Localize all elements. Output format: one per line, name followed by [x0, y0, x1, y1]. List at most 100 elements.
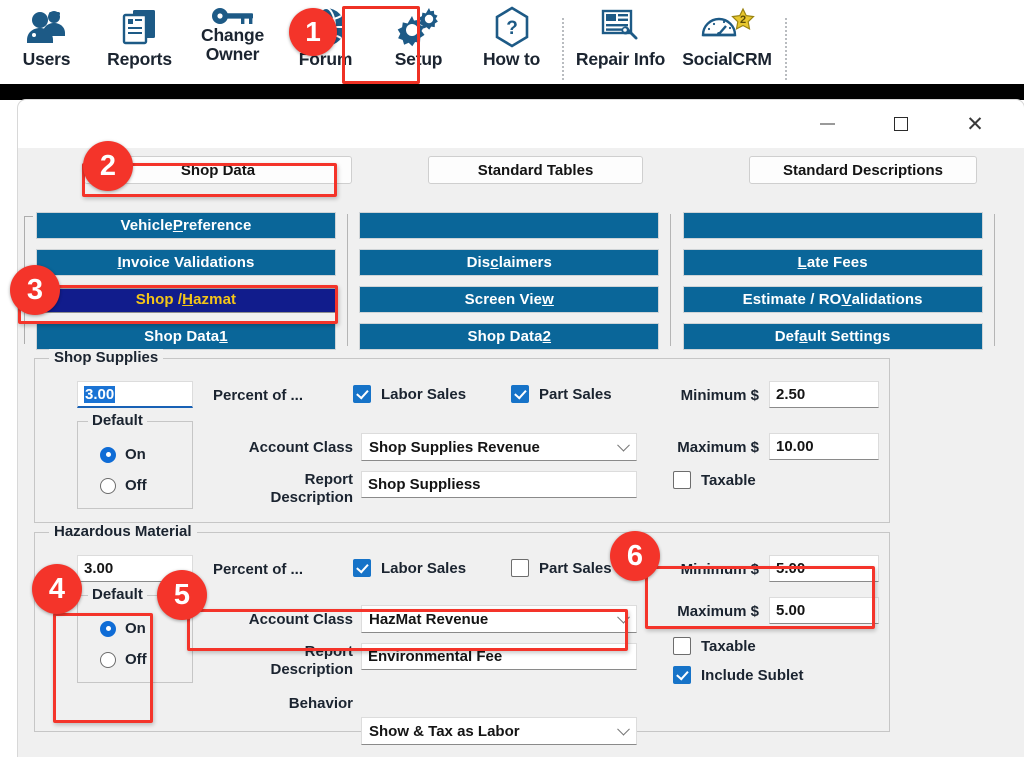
setup-window: ✕ Shop Data Standard Tables Standard Des… — [18, 100, 1024, 757]
nav-column-2: Dis c laimers Screen Vie w Shop Data 2 — [359, 212, 660, 350]
hazmat-taxable-checkbox[interactable]: Taxable — [673, 637, 756, 655]
shop-supplies-account-class-label: Account Class — [248, 439, 353, 456]
hazmat-minimum-input[interactable]: 5.00 — [769, 555, 879, 582]
hazmat-part-sales-checkbox[interactable]: Part Sales — [511, 559, 612, 577]
annotation-badge-3: 3 — [10, 265, 60, 315]
hazmat-minimum-value: 5.00 — [776, 560, 806, 577]
hazmat-labor-sales-label: Labor Sales — [381, 559, 467, 577]
shop-supplies-labor-sales-label: Labor Sales — [381, 385, 467, 403]
svg-text:?: ? — [506, 18, 518, 39]
annotation-badge-2: 2 — [83, 141, 133, 191]
nav-grid: Vehicle Preference Invoice Validations S… — [36, 212, 1006, 350]
shop-supplies-maximum-input[interactable]: 10.00 — [769, 433, 879, 460]
hazmat-on-label: On — [125, 620, 146, 637]
toolbar-item-socialcrm[interactable]: 2 SocialCRM — [673, 0, 781, 84]
hazmat-include-sublet-checkbox[interactable]: Include Sublet — [673, 666, 804, 684]
shop-supplies-percent-input[interactable]: 3.00 — [77, 381, 193, 408]
toolbar-item-reports[interactable]: Reports — [93, 0, 186, 84]
nav-late-fees[interactable]: Late Fees — [682, 249, 983, 276]
nav-invoice-validations[interactable]: Invoice Validations — [36, 249, 336, 276]
tab-row: Shop Data Standard Tables Standard Descr… — [18, 148, 1024, 192]
nav-blank-1[interactable] — [359, 212, 660, 239]
shop-supplies-percent-of-label: Percent of ... — [213, 387, 304, 404]
hazmat-legend: Hazardous Material — [49, 523, 197, 540]
nav-column-1: Vehicle Preference Invoice Validations S… — [36, 212, 336, 350]
hazmat-default-off[interactable]: Off — [100, 651, 147, 668]
toolbar-label-how-to: How to — [482, 49, 541, 69]
close-icon[interactable]: ✕ — [952, 108, 998, 140]
shop-supplies-report-desc-label-2: Description — [270, 489, 353, 506]
window-titlebar: ✕ — [18, 100, 1024, 148]
hazmat-account-class-label: Account Class — [248, 611, 353, 628]
toolbar-item-change-owner[interactable]: Change Owner — [186, 0, 279, 84]
tab-standard-tables[interactable]: Standard Tables — [428, 156, 643, 184]
nav-divider-1 — [336, 212, 359, 350]
shop-supplies-default-on[interactable]: On — [100, 446, 146, 463]
minimize-icon[interactable] — [804, 108, 850, 140]
checkbox-checked-icon — [353, 559, 371, 577]
shop-supplies-default-group: Default On Off — [77, 412, 193, 509]
reports-icon — [121, 4, 159, 50]
hazmat-taxable-label: Taxable — [701, 637, 756, 655]
nav-column-3: Late Fees Estimate / RO Validations Def a… — [682, 212, 983, 350]
toolbar-label-change: Change — [201, 25, 264, 45]
hazmat-default-on[interactable]: On — [100, 620, 146, 637]
hazmat-maximum-input[interactable]: 5.00 — [769, 597, 879, 624]
checkbox-checked-icon — [511, 385, 529, 403]
nav-vehicle-preference[interactable]: Vehicle Preference — [36, 212, 336, 239]
shop-supplies-panel: Shop Supplies 3.00 Default On Off Percen… — [34, 349, 890, 523]
nav-blank-2[interactable] — [682, 212, 983, 239]
hazmat-report-desc-label-2: Description — [270, 661, 353, 678]
annotation-badge-1: 1 — [289, 8, 337, 56]
annotation-badge-4: 4 — [32, 564, 82, 614]
toolbar-separator-right — [785, 18, 787, 80]
hazmat-report-desc-label-1: Report — [304, 643, 353, 660]
shop-supplies-off-label: Off — [125, 477, 147, 494]
shop-supplies-part-sales-label: Part Sales — [539, 385, 612, 403]
checkbox-unchecked-icon — [673, 471, 691, 489]
nav-shop-data-1[interactable]: Shop Data 1 — [36, 323, 336, 350]
nav-shop-data-2[interactable]: Shop Data 2 — [359, 323, 660, 350]
shop-supplies-on-label: On — [125, 446, 146, 463]
shop-supplies-account-class-select[interactable]: Shop Supplies Revenue — [361, 433, 637, 461]
nav-default-settings[interactable]: Def a ult Settings — [682, 323, 983, 350]
hazmat-labor-sales-checkbox[interactable]: Labor Sales — [353, 559, 466, 577]
radio-on-icon — [100, 446, 116, 463]
annotation-box-setup — [342, 6, 420, 84]
nav-shop-hazmat[interactable]: Shop / Hazmat — [36, 286, 336, 313]
maximize-icon[interactable] — [878, 108, 924, 140]
shop-supplies-legend: Shop Supplies — [49, 349, 164, 366]
nav-disclaimers[interactable]: Dis c laimers — [359, 249, 660, 276]
radio-off-icon — [100, 477, 116, 494]
shop-supplies-taxable-checkbox[interactable]: Taxable — [673, 471, 756, 489]
toolbar-label-socialcrm: SocialCRM — [682, 49, 772, 69]
toolbar-label-repair-info: Repair Info — [575, 49, 666, 69]
hazmat-default-legend: Default — [88, 586, 147, 603]
nav-estimate-ro-validations[interactable]: Estimate / RO Validations — [682, 286, 983, 313]
shop-supplies-part-sales-checkbox[interactable]: Part Sales — [511, 385, 612, 403]
shop-supplies-minimum-input[interactable]: 2.50 — [769, 381, 879, 408]
toolbar-item-users[interactable]: Users — [0, 0, 93, 84]
shop-supplies-labor-sales-checkbox[interactable]: Labor Sales — [353, 385, 466, 403]
chevron-down-icon — [617, 722, 630, 736]
toolbar-bottom-divider — [0, 84, 1024, 100]
hazmat-behavior-select[interactable]: Show & Tax as Labor — [361, 717, 637, 745]
toolbar-item-repair-info[interactable]: Repair Info — [568, 0, 673, 84]
nav-screen-view[interactable]: Screen Vie w — [359, 286, 660, 313]
shop-supplies-report-description-input[interactable]: Shop Suppliess — [361, 471, 637, 498]
tab-standard-descriptions[interactable]: Standard Descriptions — [749, 156, 977, 184]
shop-supplies-account-class-value: Shop Supplies Revenue — [369, 438, 540, 456]
repair-document-icon — [600, 4, 642, 50]
shop-supplies-minimum-value: 2.50 — [776, 386, 806, 403]
toolbar-item-how-to[interactable]: ? How to — [465, 0, 558, 84]
shop-supplies-default-off[interactable]: Off — [100, 477, 147, 494]
hazmat-report-description-input[interactable]: Environmental Fee — [361, 643, 637, 670]
hazmat-part-sales-label: Part Sales — [539, 559, 612, 577]
shop-supplies-report-description-value: Shop Suppliess — [368, 476, 481, 493]
checkbox-unchecked-icon — [673, 637, 691, 655]
hazardous-material-panel: Hazardous Material 3.00 Default On Off P… — [34, 523, 890, 745]
shop-supplies-maximum-value: 10.00 — [776, 438, 814, 455]
shop-supplies-percent-value: 3.00 — [84, 385, 116, 403]
hazmat-account-class-select[interactable]: HazMat Revenue — [361, 605, 637, 633]
hazmat-maximum-label: Maximum $ — [677, 603, 759, 620]
